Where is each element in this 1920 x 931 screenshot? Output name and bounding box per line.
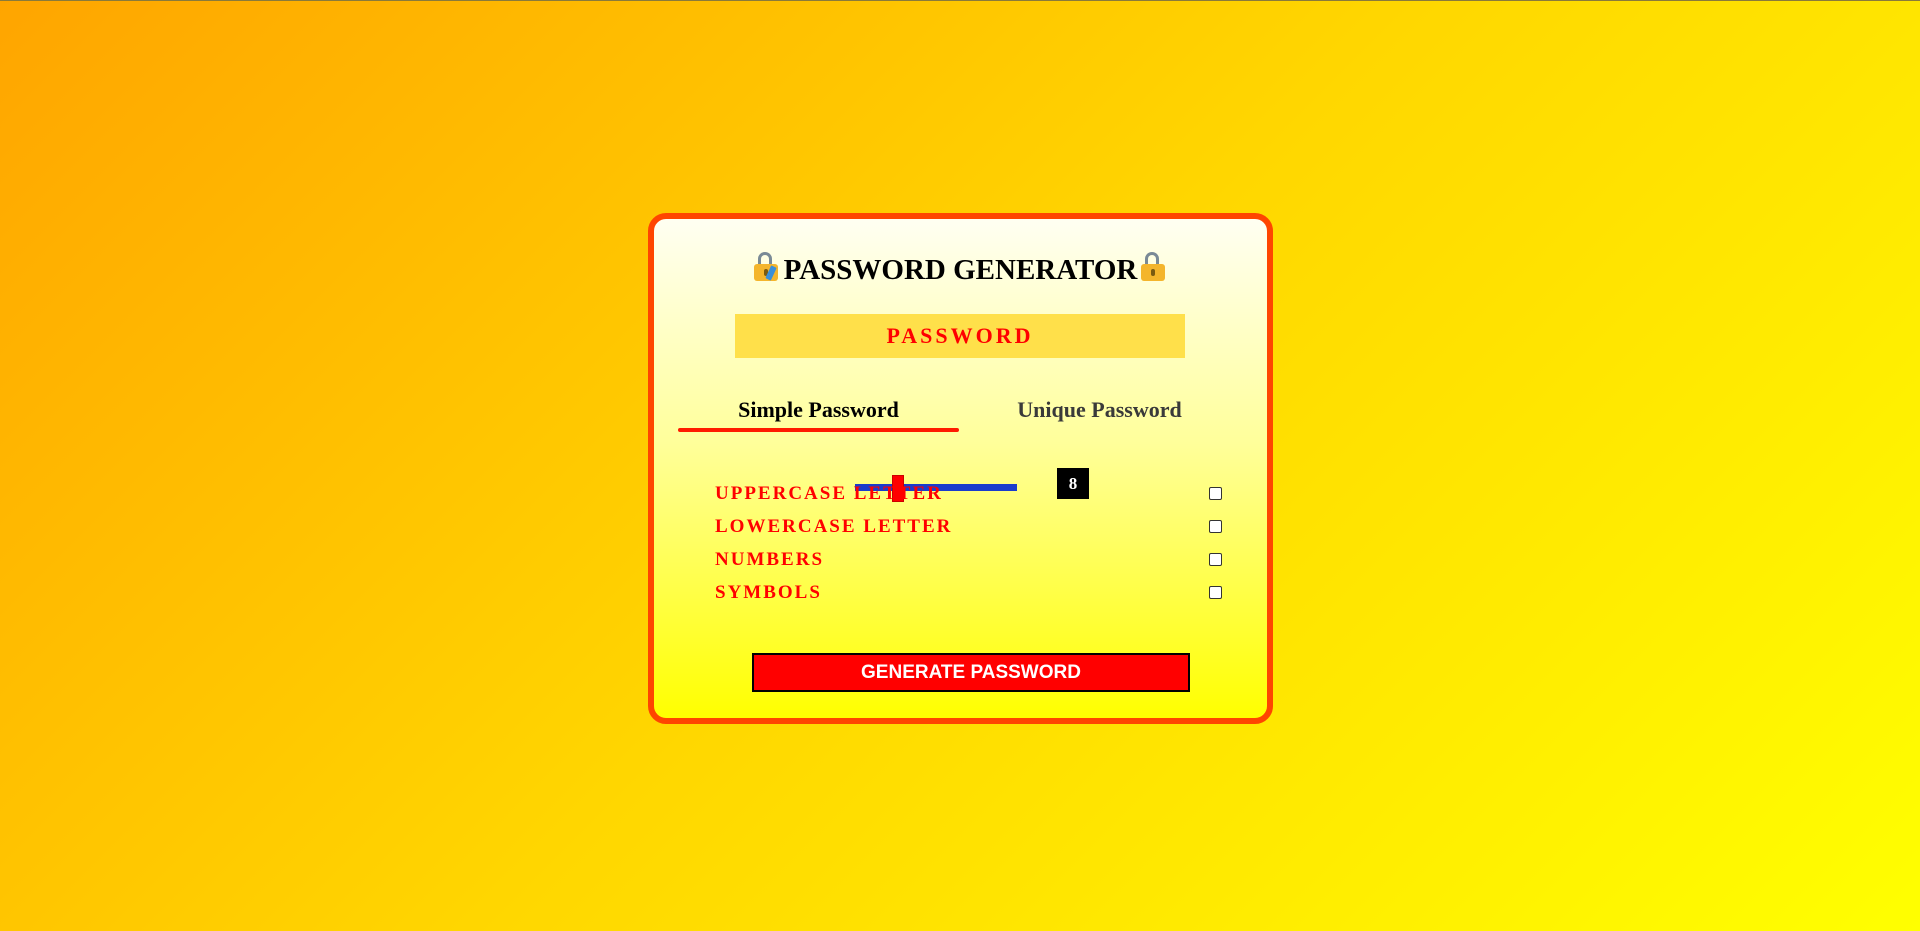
tab-unique-password[interactable]: Unique Password: [959, 395, 1240, 429]
generate-password-button[interactable]: GENERATE PASSWORD: [752, 653, 1190, 692]
option-numbers: NUMBERS: [715, 547, 1222, 573]
option-uppercase: UPPERCASE LETTER: [715, 481, 1222, 507]
password-type-tabs: Simple Password Unique Password: [678, 395, 1241, 432]
option-label: SYMBOLS: [715, 582, 822, 603]
password-generator-card: PASSWORD GENERATOR PASSWORD Simple Passw…: [648, 213, 1273, 724]
option-label: LOWERCASE LETTER: [715, 516, 953, 537]
title-text: PASSWORD GENERATOR: [783, 254, 1138, 286]
password-output[interactable]: PASSWORD: [735, 314, 1185, 358]
option-symbols: SYMBOLS: [715, 580, 1222, 606]
option-label: NUMBERS: [715, 549, 825, 570]
lowercase-checkbox[interactable]: [1209, 520, 1222, 533]
lock-with-pen-icon: [750, 252, 784, 282]
page-title: PASSWORD GENERATOR: [654, 252, 1267, 287]
tab-simple-password[interactable]: Simple Password: [678, 395, 959, 432]
uppercase-checkbox[interactable]: [1209, 487, 1222, 500]
lock-icon: [1137, 252, 1171, 282]
option-lowercase: LOWERCASE LETTER: [715, 514, 1222, 540]
symbols-checkbox[interactable]: [1209, 586, 1222, 599]
option-label: UPPERCASE LETTER: [715, 483, 943, 504]
numbers-checkbox[interactable]: [1209, 553, 1222, 566]
